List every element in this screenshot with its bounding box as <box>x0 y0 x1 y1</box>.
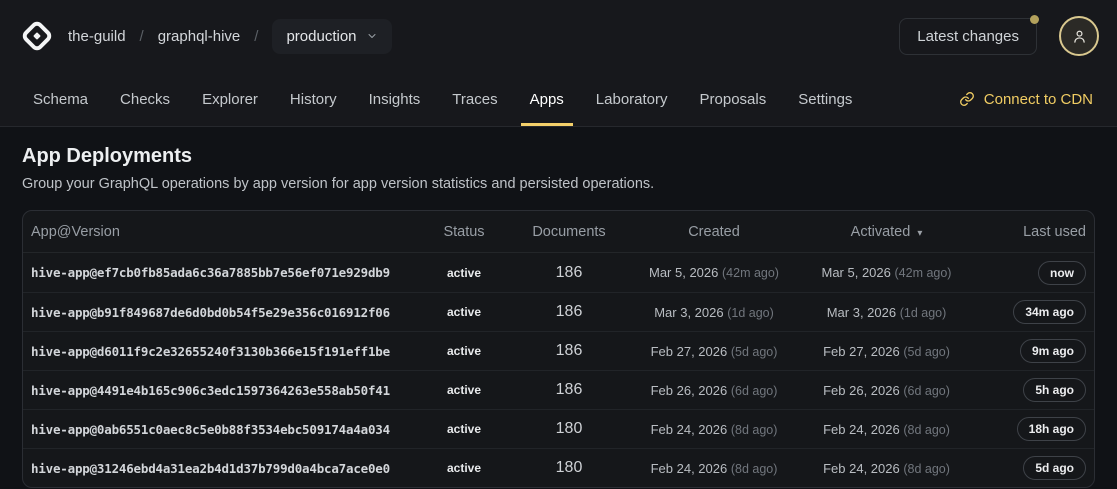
table-header-row: App@Version Status Documents Created Act… <box>23 211 1094 253</box>
hive-logo-icon[interactable] <box>20 19 54 53</box>
documents-count: 186 <box>509 381 629 399</box>
documents-count: 186 <box>509 264 629 282</box>
page-title: App Deployments <box>22 145 1095 168</box>
tab-traces[interactable]: Traces <box>443 72 506 126</box>
column-header-app-version: App@Version <box>31 224 419 240</box>
last-used-badge: 9m ago <box>1020 339 1086 363</box>
documents-count: 186 <box>509 342 629 360</box>
last-used-cell: 5d ago <box>974 456 1086 480</box>
table-row[interactable]: hive-app@31246ebd4a31ea2b4d1d37b799d0a4b… <box>23 448 1094 487</box>
tab-laboratory[interactable]: Laboratory <box>587 72 677 126</box>
activated-date: Mar 5, 2026 (42m ago) <box>799 265 974 280</box>
last-used-cell: 18h ago <box>974 417 1086 441</box>
table-row[interactable]: hive-app@4491e4b165c906c3edc1597364263e5… <box>23 370 1094 409</box>
created-date: Feb 26, 2026 (6d ago) <box>629 383 799 398</box>
activated-date: Feb 26, 2026 (6d ago) <box>799 383 974 398</box>
status-label: active <box>419 305 509 319</box>
page-subtitle: Group your GraphQL operations by app ver… <box>22 176 1095 192</box>
tab-history[interactable]: History <box>281 72 346 126</box>
status-label: active <box>419 344 509 358</box>
status-label: active <box>419 461 509 475</box>
tab-checks[interactable]: Checks <box>111 72 179 126</box>
created-date: Feb 24, 2026 (8d ago) <box>629 461 799 476</box>
created-date: Feb 27, 2026 (5d ago) <box>629 344 799 359</box>
tab-insights[interactable]: Insights <box>360 72 430 126</box>
app-version: hive-app@4491e4b165c906c3edc1597364263e5… <box>31 383 419 398</box>
nav-tabs: Schema Checks Explorer History Insights … <box>24 72 868 126</box>
main-content: App Deployments Group your GraphQL opera… <box>0 127 1117 488</box>
latest-changes-button[interactable]: Latest changes <box>899 18 1037 55</box>
breadcrumb-org[interactable]: the-guild <box>68 28 126 45</box>
sort-desc-icon: ▾ <box>917 228 922 239</box>
breadcrumb-separator: / <box>254 28 258 45</box>
last-used-badge: 5d ago <box>1023 456 1086 480</box>
app-version: hive-app@b91f849687de6d0bd0b54f5e29e356c… <box>31 305 419 320</box>
column-header-last-used: Last used <box>974 224 1086 240</box>
status-label: active <box>419 422 509 436</box>
column-header-status: Status <box>419 224 509 240</box>
link-icon <box>959 91 975 107</box>
column-header-activated[interactable]: Activated ▾ <box>799 224 974 240</box>
last-used-badge: 5h ago <box>1023 378 1086 402</box>
nav-tab-bar: Schema Checks Explorer History Insights … <box>0 72 1117 127</box>
table-row[interactable]: hive-app@d6011f9c2e32655240f3130b366e15f… <box>23 331 1094 370</box>
tab-apps[interactable]: Apps <box>521 72 573 126</box>
connect-to-cdn-label: Connect to CDN <box>984 91 1093 108</box>
table-row[interactable]: hive-app@0ab6551c0aec8c5e0b88f3534ebc509… <box>23 409 1094 448</box>
last-used-badge: 18h ago <box>1017 417 1086 441</box>
tab-settings[interactable]: Settings <box>789 72 861 126</box>
app-version: hive-app@0ab6551c0aec8c5e0b88f3534ebc509… <box>31 422 419 437</box>
table-row[interactable]: hive-app@ef7cb0fb85ada6c36a7885bb7e56ef0… <box>23 253 1094 292</box>
person-icon <box>1071 28 1088 45</box>
last-used-cell: 5h ago <box>974 378 1086 402</box>
notification-dot <box>1030 15 1039 24</box>
documents-count: 186 <box>509 303 629 321</box>
app-version: hive-app@d6011f9c2e32655240f3130b366e15f… <box>31 344 419 359</box>
target-selector-dropdown[interactable]: production <box>272 19 391 54</box>
activated-date: Feb 24, 2026 (8d ago) <box>799 461 974 476</box>
last-used-cell: now <box>974 261 1086 285</box>
last-used-cell: 9m ago <box>974 339 1086 363</box>
user-avatar[interactable] <box>1059 16 1099 56</box>
top-header: the-guild / graphql-hive / production La… <box>0 0 1117 72</box>
tab-proposals[interactable]: Proposals <box>691 72 776 126</box>
app-deployments-table: App@Version Status Documents Created Act… <box>22 210 1095 488</box>
app-version: hive-app@31246ebd4a31ea2b4d1d37b799d0a4b… <box>31 461 419 476</box>
created-date: Feb 24, 2026 (8d ago) <box>629 422 799 437</box>
activated-date: Feb 24, 2026 (8d ago) <box>799 422 974 437</box>
status-label: active <box>419 266 509 280</box>
last-used-badge: 34m ago <box>1013 300 1086 324</box>
created-date: Mar 5, 2026 (42m ago) <box>629 265 799 280</box>
table-row[interactable]: hive-app@b91f849687de6d0bd0b54f5e29e356c… <box>23 292 1094 331</box>
tab-schema[interactable]: Schema <box>24 72 97 126</box>
connect-to-cdn-link[interactable]: Connect to CDN <box>959 91 1093 108</box>
breadcrumb: the-guild / graphql-hive / production <box>68 19 392 54</box>
activated-date: Feb 27, 2026 (5d ago) <box>799 344 974 359</box>
breadcrumb-separator: / <box>140 28 144 45</box>
status-label: active <box>419 383 509 397</box>
documents-count: 180 <box>509 459 629 477</box>
column-header-activated-label: Activated <box>851 224 911 240</box>
activated-date: Mar 3, 2026 (1d ago) <box>799 305 974 320</box>
chevron-down-icon <box>366 30 378 42</box>
last-used-cell: 34m ago <box>974 300 1086 324</box>
column-header-created: Created <box>629 224 799 240</box>
target-selector-label: production <box>286 28 356 45</box>
created-date: Mar 3, 2026 (1d ago) <box>629 305 799 320</box>
last-used-badge: now <box>1038 261 1086 285</box>
tab-explorer[interactable]: Explorer <box>193 72 267 126</box>
app-version: hive-app@ef7cb0fb85ada6c36a7885bb7e56ef0… <box>31 265 419 280</box>
breadcrumb-project[interactable]: graphql-hive <box>158 28 241 45</box>
column-header-documents: Documents <box>509 224 629 240</box>
documents-count: 180 <box>509 420 629 438</box>
